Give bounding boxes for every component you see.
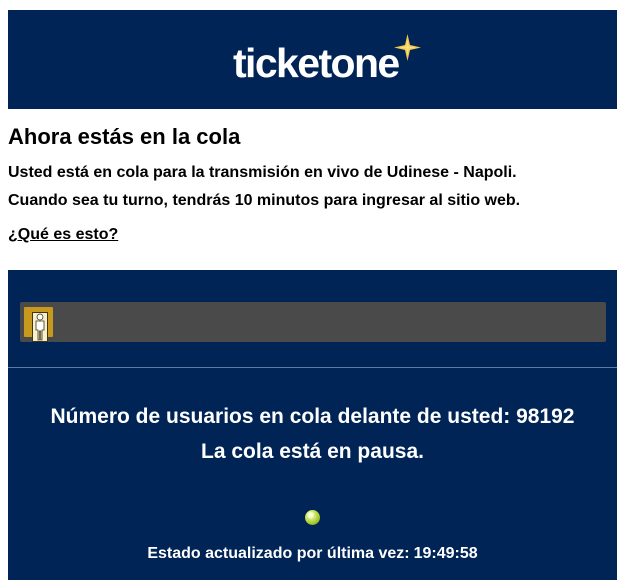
logo-wordmark: ticketone: [233, 40, 400, 86]
what-is-this-link[interactable]: ¿Qué es esto?: [8, 225, 118, 245]
page-title: Ahora estás en la cola: [8, 124, 241, 149]
last-updated-status: Estado actualizado por última vez: 19:49:…: [8, 544, 617, 564]
queue-progress-bar: [20, 302, 606, 342]
last-updated-label: Estado actualizado por última vez:: [147, 545, 410, 562]
event-queue-text: Usted está en cola para la transmisión e…: [8, 164, 517, 181]
queue-status-panel: Número de usuarios en cola delante de us…: [8, 270, 617, 580]
queue-page: ticketone Ahora estás en la cola Usted e…: [0, 0, 626, 580]
queue-paused-status: La cola está en pausa.: [201, 440, 424, 463]
turn-time-text: Cuando sea tu turno, tendrás 10 minutos …: [8, 192, 521, 209]
section-divider: [8, 367, 617, 368]
brand-header: ticketone: [8, 10, 617, 109]
star-icon: [394, 34, 421, 61]
users-ahead-count: Número de usuarios en cola delante de us…: [50, 405, 575, 428]
ticketone-logo: ticketone: [233, 34, 423, 89]
last-updated-time: 19:49:58: [413, 545, 478, 562]
queue-description: Usted está en cola para la transmisión e…: [8, 159, 520, 215]
status-indicator-icon: [305, 510, 320, 525]
person-icon: [32, 312, 48, 342]
queue-progress-fill: [24, 307, 53, 342]
